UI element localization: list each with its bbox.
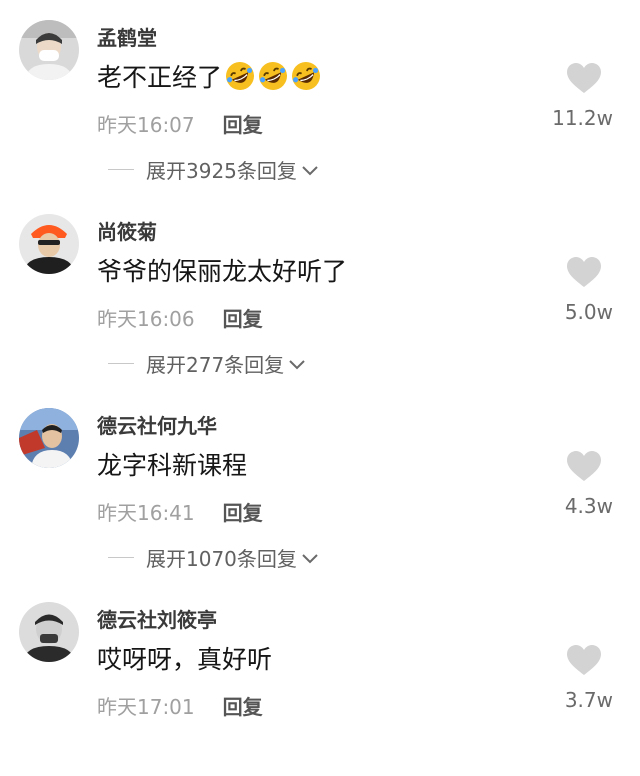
like-count: 11.2w <box>552 106 613 130</box>
expand-replies-button[interactable]: 展开3925条回复 <box>108 155 319 184</box>
divider <box>108 557 134 558</box>
timestamp: 昨天16:06 <box>97 307 195 331</box>
reply-button[interactable]: 回复 <box>223 497 263 526</box>
comment-text-row: 哎呀呀，真好听 <box>97 640 272 676</box>
username[interactable]: 德云社刘筱亭 <box>97 604 217 633</box>
comment-meta: 昨天16:07 回复 <box>97 109 263 138</box>
chevron-down-icon <box>302 553 318 563</box>
comment-text: 哎呀呀，真好听 <box>97 645 273 674</box>
avatar[interactable] <box>19 20 79 80</box>
divider <box>108 169 134 170</box>
comment-meta: 昨天16:06 回复 <box>97 303 263 332</box>
expand-replies-label: 展开277条回复 <box>146 353 285 377</box>
comment-item: 孟鹤堂 老不正经了 昨天16:07 回复 展开3925条回复 11.2w <box>0 0 640 194</box>
rofl-emoji-icon <box>259 62 288 90</box>
comment-text-row: 老不正经了 <box>97 58 323 94</box>
like-count: 3.7w <box>564 688 613 712</box>
heart-icon[interactable] <box>566 256 602 288</box>
divider <box>108 363 134 364</box>
rofl-emoji-icon <box>292 62 321 90</box>
username[interactable]: 孟鹤堂 <box>97 22 157 51</box>
comment-meta: 昨天17:01 回复 <box>97 691 263 720</box>
expand-replies-label: 展开1070条回复 <box>146 547 297 571</box>
expand-replies-button[interactable]: 展开277条回复 <box>108 349 306 378</box>
expand-replies-button[interactable]: 展开1070条回复 <box>108 543 319 572</box>
username[interactable]: 德云社何九华 <box>97 410 217 439</box>
heart-icon[interactable] <box>566 644 602 676</box>
comment-text-row: 爷爷的保丽龙太好听了 <box>97 252 347 288</box>
chevron-down-icon <box>289 359 305 369</box>
heart-icon[interactable] <box>566 62 602 94</box>
rofl-emoji-icon <box>226 62 255 90</box>
expand-replies-label: 展开3925条回复 <box>146 159 297 183</box>
comment-text: 老不正经了 <box>97 63 223 92</box>
comment-item: 尚筱菊 爷爷的保丽龙太好听了 昨天16:06 回复 展开277条回复 5.0w <box>0 194 640 388</box>
timestamp: 昨天16:41 <box>97 501 195 525</box>
comment-meta: 昨天16:41 回复 <box>97 497 263 526</box>
comment-text-row: 龙字科新课程 <box>97 446 247 482</box>
chevron-down-icon <box>302 165 318 175</box>
emoji-group <box>224 60 323 92</box>
heart-icon[interactable] <box>566 450 602 482</box>
avatar[interactable] <box>19 214 79 274</box>
like-count: 4.3w <box>564 494 613 518</box>
comment-text: 龙字科新课程 <box>97 451 248 480</box>
reply-button[interactable]: 回复 <box>223 303 263 332</box>
timestamp: 昨天17:01 <box>97 695 195 719</box>
comment-item: 德云社何九华 龙字科新课程 昨天16:41 回复 展开1070条回复 4.3w <box>0 388 640 582</box>
comment-text: 爷爷的保丽龙太好听了 <box>97 257 348 286</box>
username[interactable]: 尚筱菊 <box>97 216 157 245</box>
reply-button[interactable]: 回复 <box>223 109 263 138</box>
reply-button[interactable]: 回复 <box>223 691 263 720</box>
like-count: 5.0w <box>564 300 613 324</box>
timestamp: 昨天16:07 <box>97 113 195 137</box>
avatar[interactable] <box>19 602 79 662</box>
comment-item: 德云社刘筱亭 哎呀呀，真好听 昨天17:01 回复 3.7w <box>0 582 640 776</box>
avatar[interactable] <box>19 408 79 468</box>
